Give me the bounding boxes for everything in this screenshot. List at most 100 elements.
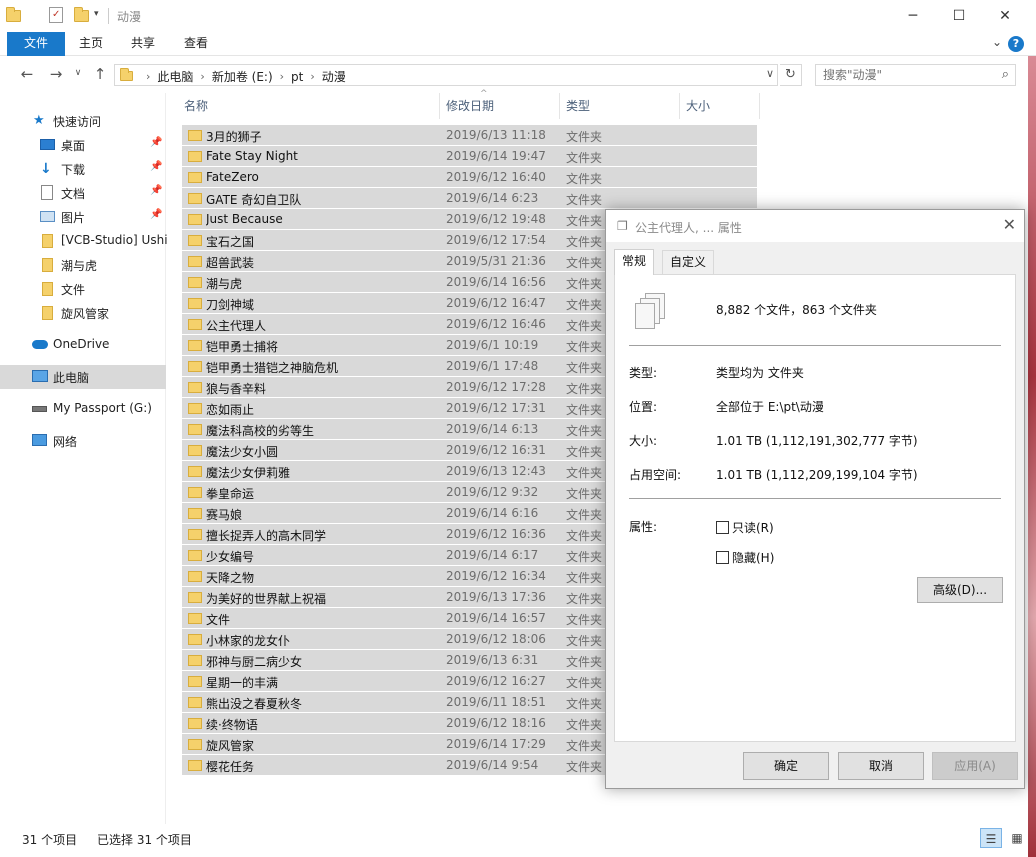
tab-general[interactable]: 常规: [614, 249, 655, 275]
folder-icon: [188, 340, 202, 351]
column-header-type[interactable]: 类型: [560, 93, 680, 119]
folder-icon: [188, 676, 202, 687]
forward-arrow-icon[interactable]: →: [46, 65, 66, 83]
file-name[interactable]: 续·终物语: [206, 716, 446, 733]
nav-my-passport[interactable]: My Passport (G:): [0, 397, 166, 421]
breadcrumb-this-pc[interactable]: 此电脑: [157, 68, 193, 85]
file-name[interactable]: 文件: [206, 611, 446, 628]
search-input[interactable]: [823, 68, 993, 82]
file-name[interactable]: GATE 奇幻自卫队: [206, 191, 446, 208]
file-row[interactable]: FateZero 2019/6/12 16:40 文件夹: [182, 167, 757, 188]
tab-file[interactable]: 文件: [7, 32, 65, 56]
search-icon[interactable]: ⌕: [1002, 67, 1009, 82]
file-name[interactable]: 为美好的世界献上祝福: [206, 590, 446, 607]
file-name[interactable]: 小林家的龙女仆: [206, 632, 446, 649]
file-name[interactable]: 铠甲勇士捕将: [206, 338, 446, 355]
pin-icon[interactable]: 📌: [150, 137, 162, 148]
file-name[interactable]: 魔法少女伊莉雅: [206, 464, 446, 481]
large-icons-view-icon[interactable]: ▦: [1006, 828, 1028, 848]
file-name[interactable]: 擅长捉弄人的高木同学: [206, 527, 446, 544]
file-row[interactable]: 3月的狮子 2019/6/13 11:18 文件夹: [182, 125, 757, 146]
file-row[interactable]: Fate Stay Night 2019/6/14 19:47 文件夹: [182, 146, 757, 167]
recent-dropdown-icon[interactable]: ∨: [68, 68, 88, 78]
file-name[interactable]: 少女编号: [206, 548, 446, 565]
nav-desktop[interactable]: 桌面 📌: [0, 133, 166, 157]
quick-access-dropdown-icon[interactable]: ▾: [94, 9, 99, 19]
properties-quick-icon[interactable]: ✓: [49, 7, 63, 23]
refresh-icon[interactable]: ↻: [780, 64, 802, 86]
file-name[interactable]: 天降之物: [206, 569, 446, 586]
file-name[interactable]: Fate Stay Night: [206, 149, 446, 163]
breadcrumb-drive-e[interactable]: 新加卷 (E:): [212, 68, 273, 85]
file-name[interactable]: 星期一的丰满: [206, 674, 446, 691]
file-name[interactable]: 潮与虎: [206, 275, 446, 292]
address-dropdown-icon[interactable]: ∨: [766, 67, 774, 80]
tab-home[interactable]: 主页: [68, 32, 114, 56]
file-type: 文件夹: [566, 508, 603, 522]
new-folder-quick-icon[interactable]: [74, 7, 89, 22]
ok-button[interactable]: 确定: [743, 752, 829, 780]
tab-custom[interactable]: 自定义: [662, 250, 715, 274]
address-bar[interactable]: › 此电脑 › 新加卷 (E:) › pt › 动漫 ∨: [114, 64, 778, 86]
tab-view[interactable]: 查看: [173, 32, 219, 56]
file-name[interactable]: 拳皇命运: [206, 485, 446, 502]
tab-share[interactable]: 共享: [120, 32, 166, 56]
nav-folder-files[interactable]: 文件: [0, 277, 166, 301]
file-name[interactable]: 樱花任务: [206, 758, 446, 775]
nav-onedrive[interactable]: OneDrive: [0, 333, 166, 357]
dialog-close-icon[interactable]: ✕: [1003, 215, 1016, 234]
nav-folder-hayate[interactable]: 旋风管家: [0, 301, 166, 325]
nav-quick-access[interactable]: ★ 快速访问: [0, 109, 166, 133]
apply-button[interactable]: 应用(A): [932, 752, 1018, 780]
checkbox-unchecked[interactable]: [716, 521, 729, 534]
hidden-checkbox[interactable]: 隐藏(H): [716, 549, 774, 566]
file-name[interactable]: 宝石之国: [206, 233, 446, 250]
nav-this-pc[interactable]: 此电脑: [0, 365, 166, 389]
type-label: 类型:: [629, 366, 658, 380]
breadcrumb-pt[interactable]: pt: [291, 70, 303, 84]
readonly-checkbox[interactable]: 只读(R): [716, 519, 774, 536]
maximize-button[interactable]: ☐: [936, 0, 982, 32]
file-name[interactable]: 超兽武装: [206, 254, 446, 271]
nav-folder-vcb[interactable]: [VCB-Studio] Ushi: [0, 229, 168, 253]
selected-count: 已选择 31 个项目: [97, 833, 192, 847]
details-view-icon[interactable]: ☰: [980, 828, 1002, 848]
advanced-button[interactable]: 高级(D)...: [917, 577, 1003, 603]
file-name[interactable]: 熊出没之春夏秋冬: [206, 695, 446, 712]
file-name[interactable]: 刀剑神域: [206, 296, 446, 313]
nav-pictures[interactable]: 图片 📌: [0, 205, 166, 229]
file-name[interactable]: FateZero: [206, 170, 446, 184]
ribbon-expand-icon[interactable]: ⌄: [992, 35, 1002, 49]
file-name[interactable]: 狼与香辛料: [206, 380, 446, 397]
pin-icon[interactable]: 📌: [150, 209, 162, 220]
pin-icon[interactable]: 📌: [150, 185, 162, 196]
file-name[interactable]: 邪神与厨二病少女: [206, 653, 446, 670]
file-name[interactable]: 魔法少女小圆: [206, 443, 446, 460]
checkbox-unchecked[interactable]: [716, 551, 729, 564]
nav-folder-toradora[interactable]: 潮与虎: [0, 253, 166, 277]
up-arrow-icon[interactable]: ↑: [90, 65, 110, 83]
file-name[interactable]: 赛马娘: [206, 506, 446, 523]
nav-documents[interactable]: 文档 📌: [0, 181, 166, 205]
file-name[interactable]: 铠甲勇士猎铠之神脑危机: [206, 359, 446, 376]
file-name[interactable]: 旋风管家: [206, 737, 446, 754]
search-box[interactable]: ⌕: [815, 64, 1016, 86]
column-header-name[interactable]: 名称: [178, 93, 440, 119]
file-name[interactable]: 公主代理人: [206, 317, 446, 334]
help-icon[interactable]: ?: [1008, 36, 1024, 52]
file-row[interactable]: GATE 奇幻自卫队 2019/6/14 6:23 文件夹: [182, 188, 757, 209]
nav-network[interactable]: 网络: [0, 429, 166, 453]
back-arrow-icon[interactable]: ←: [17, 65, 37, 83]
column-header-date[interactable]: 修改日期: [440, 93, 560, 119]
minimize-button[interactable]: ─: [890, 0, 936, 32]
breadcrumb-current[interactable]: 动漫: [322, 68, 346, 85]
column-header-size[interactable]: 大小: [680, 93, 760, 119]
file-name[interactable]: 恋如雨止: [206, 401, 446, 418]
file-name[interactable]: Just Because: [206, 212, 446, 226]
file-name[interactable]: 魔法科高校的劣等生: [206, 422, 446, 439]
nav-downloads[interactable]: ↓ 下载 📌: [0, 157, 166, 181]
cancel-button[interactable]: 取消: [838, 752, 924, 780]
file-name[interactable]: 3月的狮子: [206, 128, 446, 145]
pin-icon[interactable]: 📌: [150, 161, 162, 172]
close-button[interactable]: ✕: [982, 0, 1028, 32]
